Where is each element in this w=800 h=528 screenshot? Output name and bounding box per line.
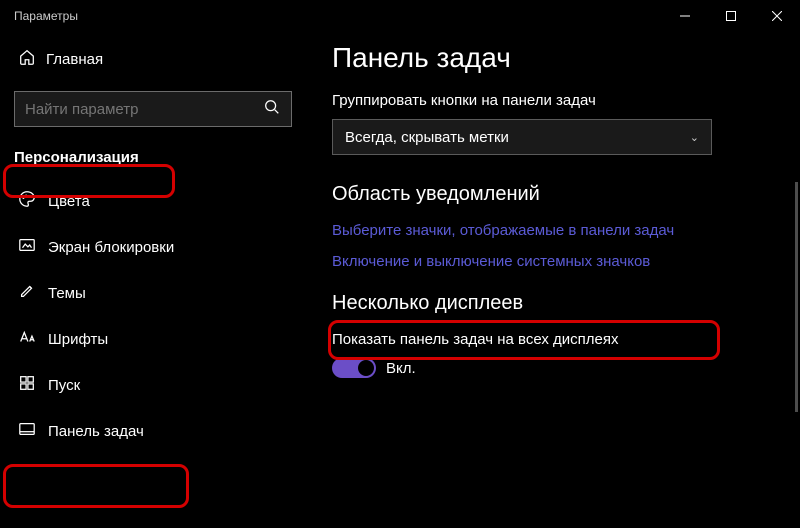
show-taskbar-label: Показать панель задач на всех дисплеях	[332, 331, 790, 348]
sidebar-item-label: Цвета	[48, 193, 90, 210]
search-input[interactable]	[25, 101, 263, 118]
home-icon	[18, 48, 46, 71]
page-title: Панель задач	[332, 42, 790, 74]
chevron-down-icon: ⌄	[690, 131, 699, 144]
show-taskbar-toggle[interactable]	[332, 358, 376, 378]
window-title: Параметры	[14, 9, 78, 23]
nav-list: Цвета Экран блокировки Темы Шрифты	[0, 178, 306, 454]
minimize-icon	[680, 11, 690, 21]
category-header: Персонализация	[0, 143, 306, 172]
palette-icon	[18, 190, 48, 213]
search-input-container[interactable]	[14, 91, 292, 127]
sidebar-item-colors[interactable]: Цвета	[0, 178, 306, 224]
sidebar: Главная Персонализация Цвета	[0, 32, 306, 528]
group-buttons-label: Группировать кнопки на панели задач	[332, 92, 790, 109]
close-icon	[772, 11, 782, 21]
sidebar-item-fonts[interactable]: Шрифты	[0, 316, 306, 362]
themes-icon	[18, 282, 48, 305]
scrollbar[interactable]	[795, 182, 798, 412]
sidebar-item-lockscreen[interactable]: Экран блокировки	[0, 224, 306, 270]
sidebar-item-label: Экран блокировки	[48, 239, 174, 256]
minimize-button[interactable]	[662, 0, 708, 32]
maximize-icon	[726, 11, 736, 21]
sidebar-item-taskbar[interactable]: Панель задач	[0, 408, 306, 454]
start-icon	[18, 374, 48, 397]
sidebar-item-label: Темы	[48, 285, 86, 302]
link-select-icons[interactable]: Выберите значки, отображаемые в панели з…	[332, 222, 790, 239]
show-taskbar-toggle-row: Вкл.	[332, 358, 790, 378]
window-controls	[662, 0, 800, 32]
toggle-state-label: Вкл.	[386, 360, 416, 377]
title-bar: Параметры	[0, 0, 800, 32]
home-label: Главная	[46, 51, 103, 68]
content-area: Панель задач Группировать кнопки на пане…	[306, 32, 800, 528]
sidebar-item-label: Шрифты	[48, 331, 108, 348]
close-button[interactable]	[754, 0, 800, 32]
search-wrap	[14, 91, 292, 127]
sidebar-item-themes[interactable]: Темы	[0, 270, 306, 316]
search-icon	[263, 98, 281, 121]
lockscreen-icon	[18, 236, 48, 259]
sidebar-item-start[interactable]: Пуск	[0, 362, 306, 408]
section-multiple-displays: Несколько дисплеев	[332, 292, 790, 315]
link-system-icons[interactable]: Включение и выключение системных значков	[332, 253, 790, 270]
group-buttons-dropdown[interactable]: Всегда, скрывать метки ⌄	[332, 119, 712, 155]
dropdown-value: Всегда, скрывать метки	[345, 129, 690, 146]
sidebar-item-label: Панель задач	[48, 423, 144, 440]
sidebar-item-label: Пуск	[48, 377, 80, 394]
fonts-icon	[18, 328, 48, 351]
section-notification-area: Область уведомлений	[332, 183, 790, 206]
home-nav[interactable]: Главная	[0, 42, 306, 85]
maximize-button[interactable]	[708, 0, 754, 32]
toggle-thumb	[358, 360, 374, 376]
taskbar-icon	[18, 420, 48, 443]
